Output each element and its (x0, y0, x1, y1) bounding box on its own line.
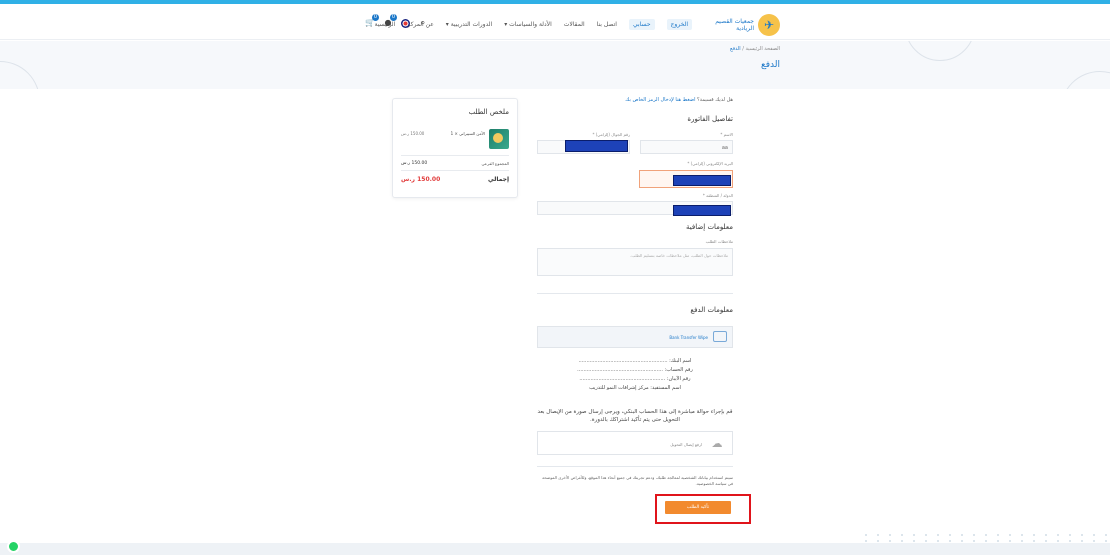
transfer-note: قم بإجراء حوالة مباشرة إلى هذا الحساب ال… (537, 409, 733, 423)
additional-info-title: معلومات إضافية (686, 223, 733, 231)
country-label: الدولة / المنطقة * (702, 193, 733, 198)
search-icon[interactable]: ⌕ (418, 18, 428, 28)
whatsapp-icon[interactable] (7, 540, 20, 553)
account-number-line: رقم الحساب: ............................… (577, 367, 693, 373)
page-title: الدفع (760, 60, 780, 70)
subtotal-label: المجموع الفرعي (481, 161, 509, 166)
cart-count-badge: 0 (372, 14, 379, 21)
page-header: الصفحة الرئيسية / الدفع الدفع (0, 41, 1110, 89)
redacted-email (673, 175, 731, 186)
decor-arc (905, 41, 975, 61)
subtotal-value: 150.00 ر.س (401, 161, 428, 166)
nav-logout[interactable]: الخروج (666, 19, 692, 30)
logo-text: جمعيات القصيم الريادية (715, 18, 754, 32)
payment-title: معلومات الدفع (690, 306, 733, 314)
privacy-terms: سيتم استخدام بياناتك الشخصية لمعالجة طلب… (542, 475, 733, 486)
coupon-notice: هل لديك قسيمة؟ اضغط هنا لإدخال الرمز الخ… (625, 97, 733, 103)
site-header: جمعيات القصيم الريادية ✈ الرئيسية عن الم… (0, 4, 1110, 40)
nav-courses[interactable]: الدورات التدريبية ▾ (446, 21, 492, 30)
wishlist-count-badge: 0 (390, 14, 397, 21)
header-icons: 🛒 0 ● 0 ⌕ (365, 14, 428, 28)
beneficiary-line: اسم المستفيد: مركز إشراقات النمو للتدريب (589, 385, 681, 391)
divider (537, 293, 733, 294)
language-flag-icon[interactable] (401, 18, 410, 28)
order-notes-input[interactable]: ملاحظات حول الطلب، مثل ملاحظات خاصة بتسل… (537, 248, 733, 276)
site-footer (0, 543, 1110, 555)
iban-line: رقم الآيبان: ...........................… (579, 376, 691, 382)
bank-name-line: اسم البنك: .............................… (578, 358, 692, 364)
phone-label: رقم الجوال (إلزامي) * (592, 132, 630, 137)
total-label: إجمالي (488, 176, 509, 183)
order-summary: ملخص الطلب الأمن السيبراني × 1 150.00 ر.… (392, 98, 518, 198)
summary-divider (401, 155, 509, 156)
breadcrumb-current: الدفع (730, 46, 741, 52)
summary-title: ملخص الطلب (468, 108, 509, 116)
site-logo[interactable]: جمعيات القصيم الريادية ✈ (710, 13, 780, 37)
breadcrumb: الصفحة الرئيسية / الدفع (730, 46, 780, 52)
breadcrumb-home[interactable]: الصفحة الرئيسية (746, 46, 781, 52)
redacted-country (673, 205, 731, 216)
logo-mark-icon: ✈ (758, 14, 780, 36)
decor-arc (1060, 71, 1110, 89)
first-name-field[interactable]: aa (640, 140, 733, 154)
coupon-text: هل لديك قسيمة؟ (697, 97, 733, 103)
divider (537, 466, 733, 467)
order-notes-label: ملاحظات الطلب (705, 239, 733, 244)
nav-articles[interactable]: المقالات (564, 21, 585, 30)
product-thumbnail (489, 129, 509, 149)
coupon-link[interactable]: اضغط هنا لإدخال الرمز الخاص بك (625, 97, 695, 103)
product-name: الأمن السيبراني × 1 (450, 131, 485, 136)
nav-guides[interactable]: الأدلة والسياسات ▾ (504, 21, 552, 30)
user-icon[interactable]: ● 0 (383, 14, 397, 28)
highlight-box (655, 494, 751, 524)
first-name-label: الاسم * (720, 132, 733, 137)
receipt-upload[interactable]: ☁ ارفع إيصال التحويل (537, 431, 733, 455)
cart-icon[interactable]: 🛒 0 (365, 14, 379, 28)
nav-my-account[interactable]: حسابي (628, 19, 655, 30)
product-price: 150.00 ر.س (401, 131, 425, 136)
bank-transfer-icon (713, 331, 727, 342)
upload-icon: ☁ (711, 437, 723, 450)
decor-arc (0, 61, 40, 89)
payment-method-option[interactable]: Bank Transfer Wipe (537, 326, 733, 348)
upload-label: ارفع إيصال التحويل (670, 442, 702, 447)
billing-title: تفاصيل الفاتورة (687, 115, 733, 123)
email-label: البريد الإلكتروني (إلزامي) * (687, 161, 733, 166)
payment-method-label: Bank Transfer Wipe (669, 335, 708, 340)
nav-contact[interactable]: اتصل بنا (597, 21, 617, 30)
total-value: 150.00 ر.س (401, 176, 441, 183)
summary-divider (401, 170, 509, 171)
breadcrumb-separator: / (742, 46, 744, 52)
redacted-phone (565, 140, 628, 152)
